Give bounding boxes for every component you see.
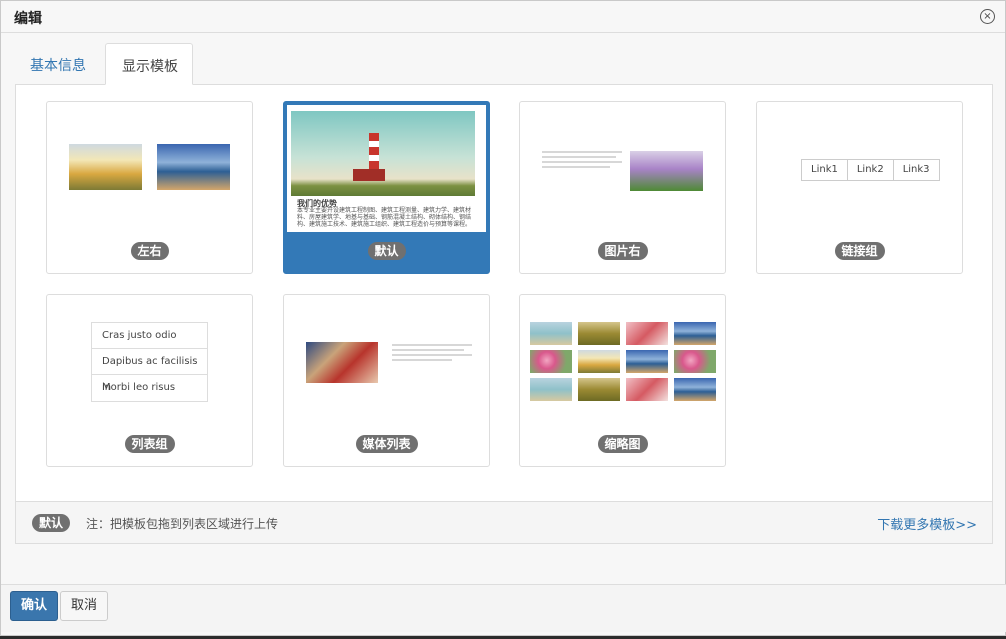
thumbnail-image — [674, 378, 716, 401]
template-label: 列表组 — [124, 435, 175, 453]
list-group-preview: Cras justo odio Dapibus ac facilisis in … — [91, 322, 208, 402]
thumbnail-image — [530, 378, 572, 401]
template-card-default[interactable]: 我们的优势 本专业主要开设建筑工程制图、建筑工程测量、建筑力学、建筑材料、房屋建… — [283, 101, 490, 274]
confirm-button[interactable]: 确认 — [10, 591, 59, 621]
link-button: Link3 — [893, 159, 940, 181]
dialog-titlebar: 编辑 × — [1, 1, 1005, 33]
template-label: 默认 — [367, 242, 406, 260]
current-template-badge: 默认 — [32, 514, 71, 532]
template-label: 链接组 — [834, 242, 885, 260]
download-more-link[interactable]: 下载更多模板>> — [877, 514, 977, 533]
template-label: 左右 — [130, 242, 169, 260]
panel-footer: 默认 注：把模板包拖到列表区域进行上传 下载更多模板>> — [16, 501, 992, 543]
thumbnail-image — [626, 350, 668, 373]
link-button: Link1 — [801, 159, 848, 181]
template-card-left-right[interactable]: 左右 — [46, 101, 253, 274]
lighthouse-house — [353, 169, 385, 181]
template-label: 缩略图 — [597, 435, 648, 453]
template-label: 图片右 — [597, 242, 648, 260]
dummy-text-lines — [542, 151, 622, 171]
thumbnail-image — [578, 378, 620, 401]
thumbnail-image — [157, 144, 230, 190]
template-card-link-group[interactable]: Link1 Link2 Link3 链接组 — [756, 101, 963, 274]
preview-paragraph: 本专业主要开设建筑工程制图、建筑工程测量、建筑力学、建筑材料、房屋建筑学、地基与… — [297, 207, 472, 228]
thumbnail-image — [674, 322, 716, 345]
thumbnail-image — [530, 350, 572, 373]
template-card-list-group[interactable]: Cras justo odio Dapibus ac facilisis in … — [46, 294, 253, 467]
list-item: Morbi leo risus — [102, 382, 176, 393]
list-item: Cras justo odio — [92, 323, 207, 349]
thumbnail-image — [626, 378, 668, 401]
cancel-button[interactable]: 取消 — [60, 591, 109, 621]
preview-heading: 我们的优势 — [297, 199, 337, 208]
template-panel: 左右 我们的优势 本专业主要开设建筑工程制图、建筑工程测量、建筑力学、建筑材料、… — [15, 84, 993, 544]
tab-display-template[interactable]: 显示模板 — [105, 43, 193, 85]
edit-dialog: 编辑 × 基本信息 显示模板 左右 我们的优势 本专业主要开设建筑工程制图、建筑… — [0, 0, 1006, 636]
dialog-button-bar: 确认 取消 — [1, 584, 1006, 632]
template-card-thumbnails[interactable]: 缩略图 — [519, 294, 726, 467]
dialog-title: 编辑 — [14, 11, 42, 27]
thumbnail-image — [306, 342, 378, 383]
thumbnail-image — [530, 322, 572, 345]
thumbnail-image — [578, 322, 620, 345]
thumbnail-image — [674, 350, 716, 373]
template-label: 媒体列表 — [355, 435, 418, 453]
link-group-preview: Link1 Link2 Link3 — [801, 159, 940, 181]
upload-note: 注：把模板包拖到列表区域进行上传 — [86, 517, 279, 531]
link-button: Link2 — [847, 159, 894, 181]
thumbnail-image — [630, 151, 703, 191]
thumbnail-image — [69, 144, 142, 190]
lighthouse-image — [291, 111, 475, 196]
preview-text-block: 我们的优势 本专业主要开设建筑工程制图、建筑工程测量、建筑力学、建筑材料、房屋建… — [297, 199, 475, 229]
thumbnail-image — [626, 322, 668, 345]
template-card-media-list[interactable]: 媒体列表 — [283, 294, 490, 467]
close-icon[interactable]: × — [980, 9, 995, 24]
template-card-image-right[interactable]: 图片右 — [519, 101, 726, 274]
dummy-text-lines — [392, 344, 472, 364]
tab-basic-info[interactable]: 基本信息 — [14, 43, 102, 85]
default-preview: 我们的优势 本专业主要开设建筑工程制图、建筑工程测量、建筑力学、建筑材料、房屋建… — [287, 105, 486, 232]
thumbnail-image — [578, 350, 620, 373]
list-item: Dapibus ac facilisis in — [92, 349, 207, 393]
